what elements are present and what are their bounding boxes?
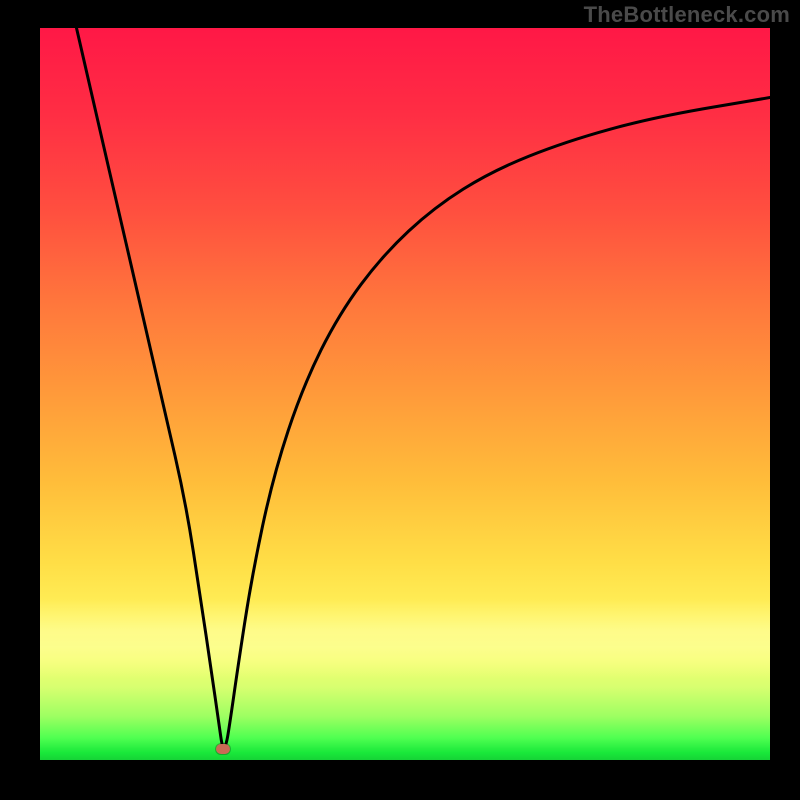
plot-area	[40, 28, 770, 760]
chart-frame: TheBottleneck.com	[0, 0, 800, 800]
bottleneck-curve	[40, 28, 770, 760]
minimum-marker	[216, 744, 230, 754]
watermark-text: TheBottleneck.com	[584, 2, 790, 28]
